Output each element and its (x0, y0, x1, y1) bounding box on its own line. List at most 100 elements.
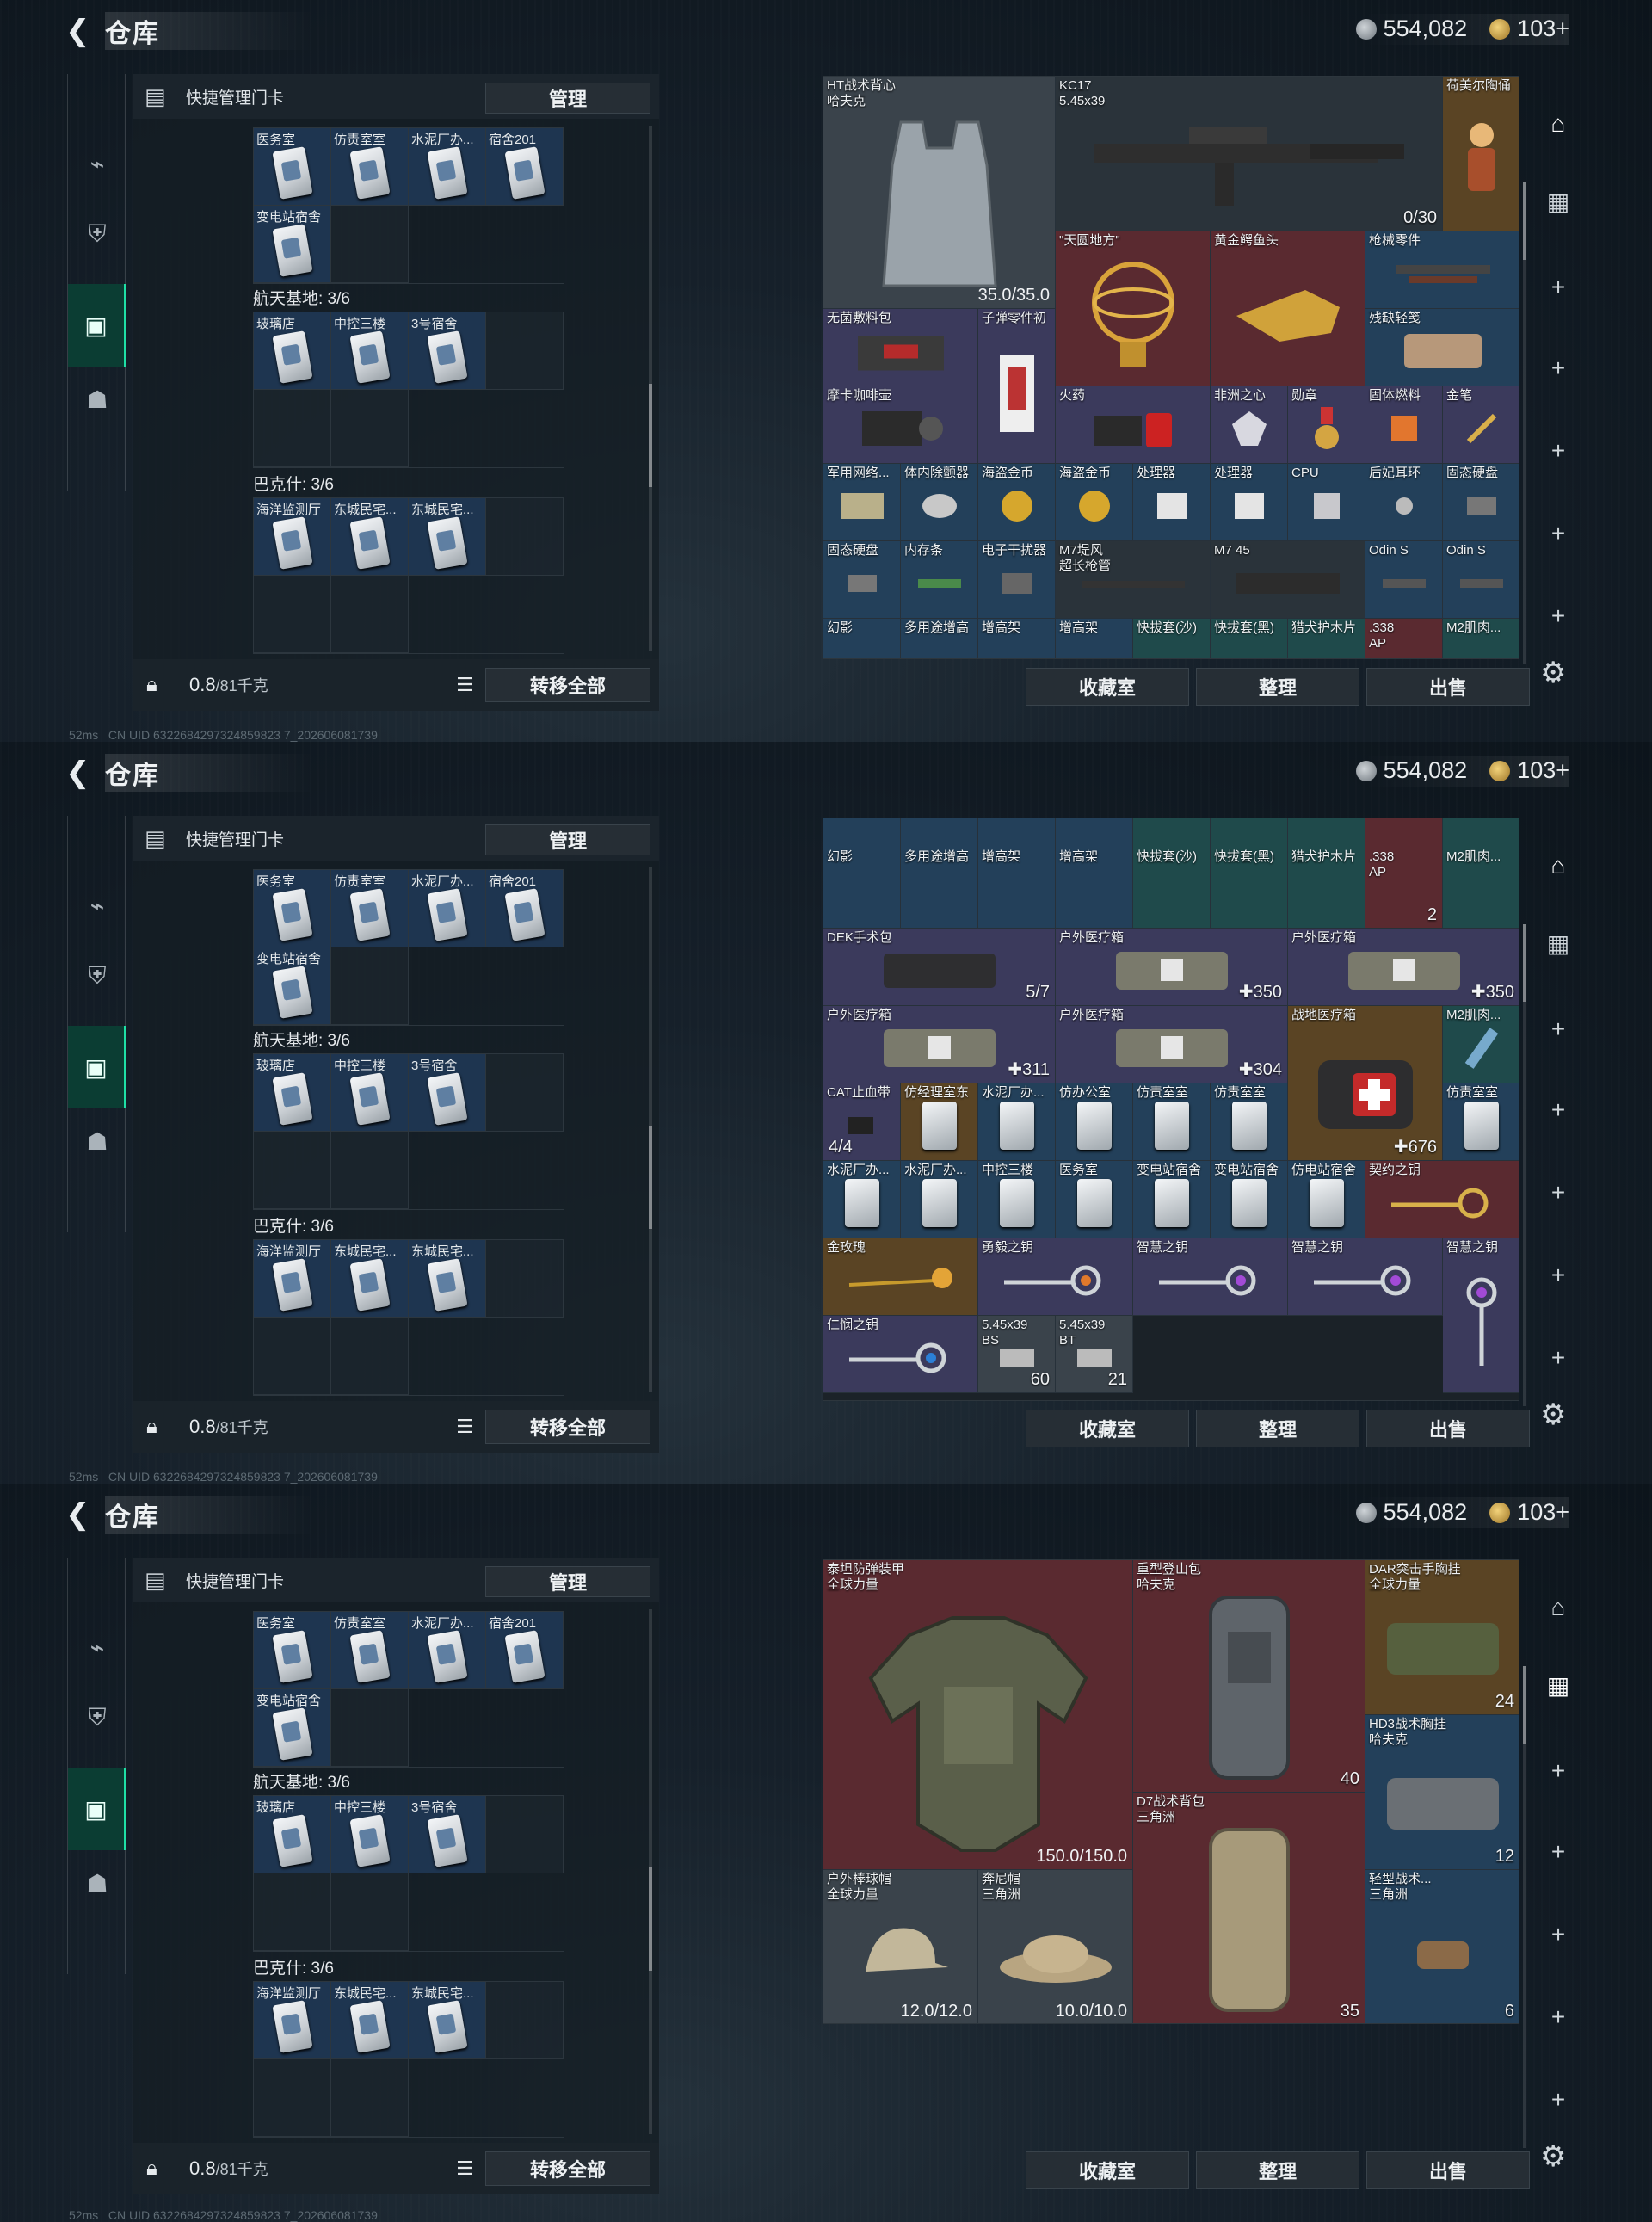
stash-item[interactable]: 电子干扰器 (978, 541, 1056, 619)
gold-amount[interactable]: 103+ (1517, 1499, 1569, 1526)
stash-item[interactable]: 黄金鳄鱼头 (1211, 231, 1365, 386)
stash-item[interactable]: 猎犬护木片 (1288, 818, 1365, 929)
stash-icon[interactable]: ⌂ (1526, 831, 1590, 900)
stash-item[interactable]: 变电站宿舍 (1211, 1161, 1288, 1238)
stash-item[interactable]: 勋章 (1288, 386, 1365, 464)
manage-button[interactable]: 管理 (485, 824, 650, 855)
stash-item[interactable]: DEK手术包 5/7 (823, 929, 1056, 1006)
briefcase-icon[interactable]: ☗ (68, 358, 126, 441)
stash-item[interactable]: 仿办公室 (1056, 1083, 1133, 1161)
keycard-slot[interactable]: 仿责室室 (331, 870, 409, 947)
panel-scrollbar[interactable] (649, 867, 652, 1392)
keycard-slot[interactable]: 变电站宿舍 (254, 1689, 331, 1767)
stash-item[interactable]: 海盗金币 (1056, 464, 1133, 541)
transfer-all-button[interactable]: 转移全部 (485, 668, 650, 702)
add-page-icon[interactable]: + (1526, 582, 1590, 651)
keycard-slot[interactable]: 玻璃店 (254, 312, 331, 390)
keycard-slot[interactable]: 宿舍201 (486, 128, 564, 206)
stash-item[interactable]: 固体燃料 (1365, 386, 1443, 464)
stash-item[interactable]: 处理器 (1211, 464, 1288, 541)
stash-item[interactable]: 户外医疗箱 ✚350 (1288, 929, 1519, 1006)
stash-item[interactable]: Odin S (1443, 541, 1519, 619)
stash-item[interactable]: 泰坦防弹装甲 全球力量 150.0/150.0 (823, 1560, 1133, 1870)
add-page-icon[interactable]: + (1526, 1076, 1590, 1145)
back-arrow-icon[interactable]: ❮ (65, 1497, 96, 1532)
stash-item[interactable]: 固态硬盘 (823, 541, 901, 619)
stash-item[interactable]: 5.45x39 BT 21 (1056, 1316, 1133, 1393)
stash-item[interactable]: 金笔 (1443, 386, 1519, 464)
keycard-slot[interactable]: 东城民宅... (331, 498, 409, 576)
stash-item[interactable]: 荷美尔陶俑 (1443, 77, 1519, 231)
back-arrow-icon[interactable]: ❮ (65, 756, 96, 790)
add-page-icon[interactable]: + (1526, 995, 1590, 1064)
stash-item[interactable]: 增高架 (978, 619, 1056, 658)
keycard-slot[interactable]: 仿责室室 (331, 128, 409, 206)
manage-button[interactable]: 管理 (485, 1566, 650, 1597)
collection-button[interactable]: 收藏室 (1026, 2151, 1189, 2189)
keycard-slot[interactable]: 中控三楼 (331, 1796, 409, 1873)
add-page-icon[interactable]: + (1526, 1900, 1590, 1969)
stash-item[interactable]: 内存条 (901, 541, 978, 619)
keycard-slot[interactable]: 中控三楼 (331, 312, 409, 390)
stash-item[interactable]: M7堤风 超长枪管 (1056, 541, 1211, 619)
keycard-slot[interactable]: 仿责室室 (331, 1612, 409, 1689)
stash-item[interactable]: 重型登山包 哈夫克 40 (1133, 1560, 1365, 1793)
collection-button[interactable]: 收藏室 (1026, 1410, 1189, 1447)
stash-item[interactable]: HT战术背心 哈夫克 35.0/35.0 (823, 77, 1056, 309)
stash-item[interactable]: 多用途增高 (901, 619, 978, 658)
stash-item[interactable]: 快拔套(沙) (1133, 619, 1211, 658)
keycard-slot[interactable]: 玻璃店 (254, 1796, 331, 1873)
keycard-icon[interactable]: ▣ (68, 284, 126, 367)
stash-item[interactable]: M2肌肉... (1443, 1006, 1519, 1083)
add-page-icon[interactable]: + (1526, 1818, 1590, 1886)
stash-item[interactable]: 海盗金币 (978, 464, 1056, 541)
stash-item[interactable]: CPU (1288, 464, 1365, 541)
add-page-icon[interactable]: + (1526, 334, 1590, 403)
armor-icon[interactable]: ⛨ (68, 935, 126, 1017)
add-page-icon[interactable]: + (1526, 1737, 1590, 1805)
list-icon[interactable]: ☰ (451, 1413, 478, 1441)
stash-item[interactable]: M7 45 (1211, 541, 1365, 619)
gear-icon[interactable]: ⚙ (1540, 2139, 1566, 2174)
stash-item[interactable]: 幻影 (823, 818, 901, 929)
stash-item[interactable]: 仿经理室东 (901, 1083, 978, 1161)
add-page-icon[interactable]: + (1526, 417, 1590, 485)
keycard-slot[interactable]: 医务室 (254, 1612, 331, 1689)
stash-item[interactable]: KC17 5.45x39 0/30 (1056, 77, 1443, 231)
stash-item[interactable]: 增高架 (1056, 818, 1133, 929)
panel-scrollbar[interactable] (649, 1609, 652, 2134)
stash-item[interactable]: 快拔套(沙) (1133, 818, 1211, 929)
stash-page-icon[interactable]: ▦ (1526, 1651, 1590, 1719)
stash-item[interactable]: 变电站宿舍 (1133, 1161, 1211, 1238)
keycard-slot[interactable]: 医务室 (254, 870, 331, 947)
keycard-slot[interactable]: 3号宿舍 (409, 1796, 486, 1873)
stash-item[interactable]: 5.45x39 BS 60 (978, 1316, 1056, 1393)
stash-item[interactable]: 智慧之钥 (1443, 1238, 1519, 1393)
add-page-icon[interactable]: + (1526, 1241, 1590, 1310)
stash-item[interactable]: 轻型战术... 三角洲 6 (1365, 1870, 1519, 2023)
stash-item[interactable]: 摩卡咖啡壶 (823, 386, 978, 464)
transfer-all-button[interactable]: 转移全部 (485, 2151, 650, 2186)
stash-item[interactable]: 智慧之钥 (1288, 1238, 1443, 1316)
stash-item[interactable]: 户外医疗箱 ✚311 (823, 1006, 1056, 1083)
stash-item[interactable]: 残缺轻笺 (1365, 309, 1519, 386)
stash-item[interactable]: 金玫瑰 (823, 1238, 978, 1316)
stash-item[interactable]: 仿电站宿舍 (1288, 1161, 1365, 1238)
add-page-icon[interactable]: + (1526, 2065, 1590, 2134)
keycard-slot[interactable]: 3号宿舍 (409, 312, 486, 390)
stash-item[interactable]: 增高架 (978, 818, 1056, 929)
stash-item[interactable]: 仿责室室 (1211, 1083, 1288, 1161)
stash-item[interactable]: 仁悯之钥 (823, 1316, 978, 1393)
stash-item[interactable]: 幻影 (823, 619, 901, 658)
keycard-slot[interactable]: 东城民宅... (331, 1982, 409, 2059)
stash-item[interactable]: D7战术背包 三角洲 35 (1133, 1793, 1365, 2023)
keycard-slot[interactable]: 宿舍201 (486, 1612, 564, 1689)
panel-scrollbar[interactable] (649, 126, 652, 651)
stash-item[interactable]: HD3战术胸挂 哈夫克 12 (1365, 1715, 1519, 1870)
stash-item[interactable]: 枪械零件 (1365, 231, 1519, 309)
keycard-slot[interactable]: 宿舍201 (486, 870, 564, 947)
keycard-icon[interactable]: ▣ (68, 1768, 126, 1850)
stash-item[interactable]: M2肌肉... (1443, 818, 1519, 929)
keycard-slot[interactable]: 变电站宿舍 (254, 206, 331, 283)
stash-item[interactable]: 增高架 (1056, 619, 1133, 658)
